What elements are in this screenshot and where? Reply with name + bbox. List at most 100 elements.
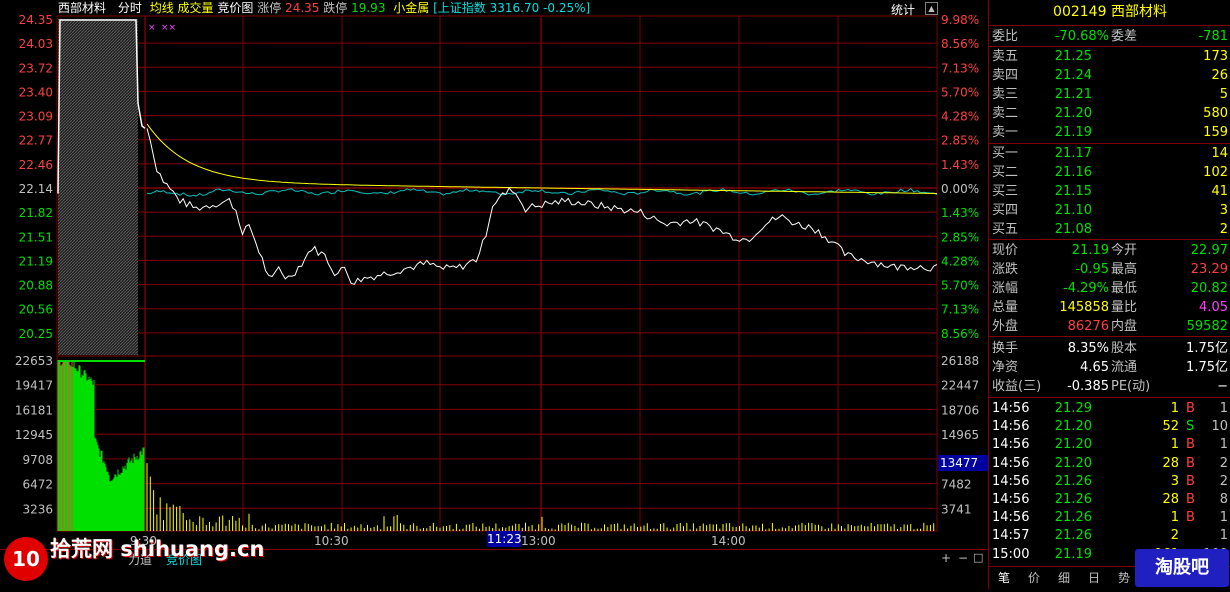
fundamental-value: 8.35% [1067, 341, 1109, 356]
stats-button[interactable]: 统计 [891, 1, 915, 18]
tick-price: 21.26 [1054, 492, 1092, 507]
watermark-circle-icon: 10 [4, 537, 48, 581]
scroll-up-icon[interactable]: ▲ [925, 2, 938, 15]
intraday-chart-panel[interactable]: × ×× 24.35 9.98% 24.03 8.56% 23.72 7.13% 23.40 5… [0, 0, 988, 589]
volume-tick-label: 22653 [15, 354, 53, 368]
pct-tick-label: 2.85% [941, 230, 979, 244]
ask-price: 21.20 [1054, 106, 1092, 121]
tick-side: S [1186, 419, 1195, 435]
header-index-info[interactable]: [上证指数 3316.70 -0.25%] [433, 1, 590, 15]
stat-row: 外盘 86276 内盘 59582 [989, 317, 1230, 336]
price-tick-label: 23.72 [19, 61, 53, 75]
fundamental-label: 股本 [1111, 341, 1138, 356]
volume-tick-label: 3236 [22, 502, 53, 516]
bid-price: 21.10 [1054, 203, 1092, 218]
bid-level-label: 买二 [992, 165, 1019, 180]
price-tick-label: 21.82 [19, 206, 53, 220]
tick-count: 10 [1211, 419, 1228, 435]
watermark-text: 拾荒网 shihuang.cn [50, 537, 265, 561]
bid-volume: 41 [1211, 184, 1228, 199]
divider [989, 397, 1230, 398]
stat-label: 现价 [992, 243, 1019, 258]
header-sector[interactable]: 小金属 [393, 1, 429, 15]
header-avg-line[interactable]: 均线 [150, 1, 174, 15]
ask-row: 卖一 21.19 159 [989, 123, 1230, 142]
stat-row: 涨跌 -0.95 最高 23.29 [989, 260, 1230, 279]
tick-price: 21.20 [1054, 455, 1092, 471]
stat-row: 涨幅 -4.29% 最低 20.82 [989, 279, 1230, 298]
price-tick-label: 22.14 [19, 182, 53, 196]
tick-time: 14:56 [992, 455, 1030, 471]
header-volume[interactable]: 成交量 [178, 1, 214, 15]
header-limit-up-value: 24.35 [285, 1, 320, 15]
fundamental-label: 换手 [992, 341, 1019, 356]
volume-right-tick-label: 22447 [941, 379, 979, 393]
tick-count: 2 [1219, 455, 1228, 471]
quote-tab[interactable]: 笔 [989, 568, 1019, 588]
ask-level-label: 卖一 [992, 125, 1019, 140]
stat-value: -4.29% [1063, 281, 1109, 296]
divider [989, 239, 1230, 240]
pct-tick-label: 7.13% [941, 303, 979, 317]
stat-row: 现价 21.19 今开 22.97 [989, 241, 1230, 260]
bid-level-label: 买三 [992, 184, 1019, 199]
tick-price: 21.26 [1054, 473, 1092, 489]
tick-time: 14:56 [992, 473, 1030, 489]
bid-row: 买一 21.17 14 [989, 144, 1230, 163]
pct-tick-label: 5.70% [941, 85, 979, 99]
bid-price: 21.08 [1054, 222, 1092, 237]
tick-count: 1 [1219, 528, 1228, 544]
tick-side: B [1186, 473, 1195, 489]
tick-time: 14:56 [992, 437, 1030, 453]
stat-label: 今开 [1111, 243, 1138, 258]
quote-tab[interactable]: 细 [1049, 568, 1079, 588]
tick-price: 21.29 [1054, 401, 1092, 416]
zoom-out-button[interactable]: − [958, 551, 968, 565]
quote-title: 002149 西部材料 [989, 3, 1230, 22]
tick-row: 14:56 21.26 3 B 2 [989, 472, 1230, 491]
price-tick-label: 22.46 [19, 158, 53, 172]
avg-price-line [146, 123, 938, 194]
tick-row: 14:56 21.20 28 B 2 [989, 454, 1230, 473]
tick-volume: 28 [1162, 455, 1179, 471]
weibi-label: 委比 [992, 29, 1019, 44]
quote-tab[interactable]: 日 [1079, 568, 1109, 588]
stat-label: 最高 [1111, 262, 1138, 277]
restore-button[interactable]: □ [973, 551, 983, 564]
bid-row: 买五 21.08 2 [989, 220, 1230, 239]
auction-area [58, 19, 138, 355]
fundamental-label: PE(动) [1111, 379, 1151, 394]
ask-volume: 580 [1203, 106, 1228, 121]
tick-volume: 1 [1170, 510, 1179, 526]
fundamental-label: 收益(三) [992, 379, 1042, 394]
index-line [146, 187, 938, 197]
ask-price: 21.24 [1054, 68, 1092, 83]
tick-row: 14:57 21.26 2 1 [989, 526, 1230, 545]
bid-row: 买三 21.15 41 [989, 182, 1230, 201]
header-limit-down-value: 19.93 [351, 1, 386, 15]
header-mode[interactable]: 分时 [118, 1, 142, 15]
weibi-value: -70.68% [1054, 29, 1109, 44]
tick-time: 14:57 [992, 528, 1030, 544]
pct-tick-label: 4.28% [941, 254, 979, 268]
pct-tick-label: 2.85% [941, 134, 979, 148]
volume-tick-label: 19417 [15, 379, 53, 393]
ask-row: 卖四 21.24 26 [989, 66, 1230, 85]
price-tick-label: 20.88 [19, 279, 53, 293]
weicha-value: -781 [1198, 29, 1228, 44]
header-auction[interactable]: 竞价图 [217, 1, 253, 15]
tick-row: 14:56 21.29 1 B 1 [989, 399, 1230, 418]
taoguba-logo: 淘股吧 [1135, 549, 1229, 587]
stat-value: 4.05 [1199, 300, 1228, 315]
quote-tab[interactable]: 价 [1019, 568, 1049, 588]
ask-row: 卖五 21.25 173 [989, 47, 1230, 66]
header-limit-down-label: 跌停 [323, 1, 348, 15]
tick-time: 14:56 [992, 510, 1030, 526]
stat-label: 最低 [1111, 281, 1138, 296]
pct-tick-label: 8.56% [941, 37, 979, 51]
auction-marker: ×× [161, 23, 176, 33]
intraday-chart[interactable]: × ×× 24.35 9.98%24.03 8.56%23.72 7.13%23.40 5… [0, 0, 988, 589]
zoom-in-button[interactable]: + [941, 551, 951, 565]
volume-right-tick-label: 18706 [941, 403, 979, 417]
price-tick-label: 21.19 [19, 254, 53, 268]
